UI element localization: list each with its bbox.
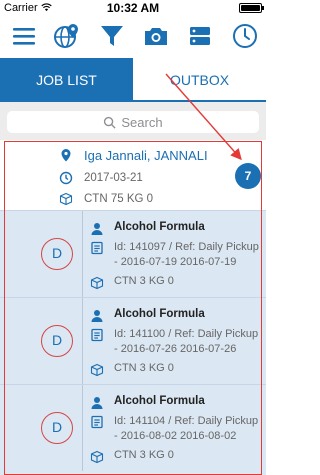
clock-icon[interactable] <box>231 22 259 50</box>
job-title: Alcohol Formula <box>114 221 205 233</box>
box-icon <box>90 276 104 290</box>
map-pin-icon <box>58 147 74 163</box>
search-input[interactable]: Search <box>7 111 259 133</box>
job-reference: Id: 141097 / Ref: Daily Pickup - 2016-07… <box>114 241 259 268</box>
job-reference: Id: 141104 / Ref: Daily Pickup - 2016-08… <box>114 415 259 442</box>
search-placeholder: Search <box>121 114 163 130</box>
location-row: Iga Jannali, JANNALI <box>58 147 208 163</box>
toolbar <box>0 16 266 56</box>
job-reference: Id: 141100 / Ref: Daily Pickup - 2016-07… <box>114 328 259 355</box>
location-name: Iga Jannali, JANNALI <box>84 147 208 163</box>
job-row[interactable]: D Alcohol Formula Id: 141097 / Ref: Dail… <box>0 210 266 297</box>
location-date: 2017-03-21 <box>84 172 143 184</box>
clock-time: 10:32 AM <box>106 1 160 15</box>
document-icon <box>90 415 104 429</box>
clock-small-icon <box>58 170 74 186</box>
date-row: 2017-03-21 <box>58 170 143 186</box>
job-type-badge: D <box>41 238 73 270</box>
job-quantity: CTN 3 KG 0 <box>114 449 174 461</box>
location-group-header[interactable]: Iga Jannali, JANNALI 2017-03-21 CTN 75 K… <box>0 140 266 210</box>
server-icon[interactable] <box>186 22 214 50</box>
job-row[interactable]: D Alcohol Formula Id: 141100 / Ref: Dail… <box>0 297 266 384</box>
person-icon <box>90 222 104 236</box>
camera-icon[interactable] <box>142 22 170 50</box>
job-row[interactable]: D Alcohol Formula Id: 141104 / Ref: Dail… <box>0 384 266 475</box>
job-quantity: CTN 3 KG 0 <box>114 362 174 374</box>
person-icon <box>90 396 104 410</box>
box-icon <box>90 450 104 464</box>
battery-icon <box>239 3 264 13</box>
job-title: Alcohol Formula <box>114 395 205 407</box>
summary-row: CTN 75 KG 0 <box>58 191 153 207</box>
job-title: Alcohol Formula <box>114 308 205 320</box>
job-quantity: CTN 3 KG 0 <box>114 275 174 287</box>
job-type-badge: D <box>41 325 73 357</box>
job-type-badge: D <box>41 412 73 444</box>
filter-icon[interactable] <box>98 22 126 50</box>
tab-outbox[interactable]: OUTBOX <box>133 58 266 102</box>
globe-pin-icon[interactable] <box>53 22 81 50</box>
search-icon <box>104 116 116 129</box>
menu-icon[interactable] <box>10 22 38 50</box>
person-icon <box>90 309 104 323</box>
location-summary: CTN 75 KG 0 <box>84 193 154 205</box>
box-icon <box>58 191 74 207</box>
search-bar: Search <box>0 102 266 140</box>
tab-job-list[interactable]: JOB LIST <box>0 58 133 102</box>
job-count-badge: 7 <box>235 163 261 189</box>
document-icon <box>90 328 104 342</box>
tab-bar: JOB LIST OUTBOX <box>0 58 266 102</box>
document-icon <box>90 241 104 255</box>
box-icon <box>90 363 104 377</box>
status-bar: Carrier 10:32 AM <box>0 0 266 16</box>
